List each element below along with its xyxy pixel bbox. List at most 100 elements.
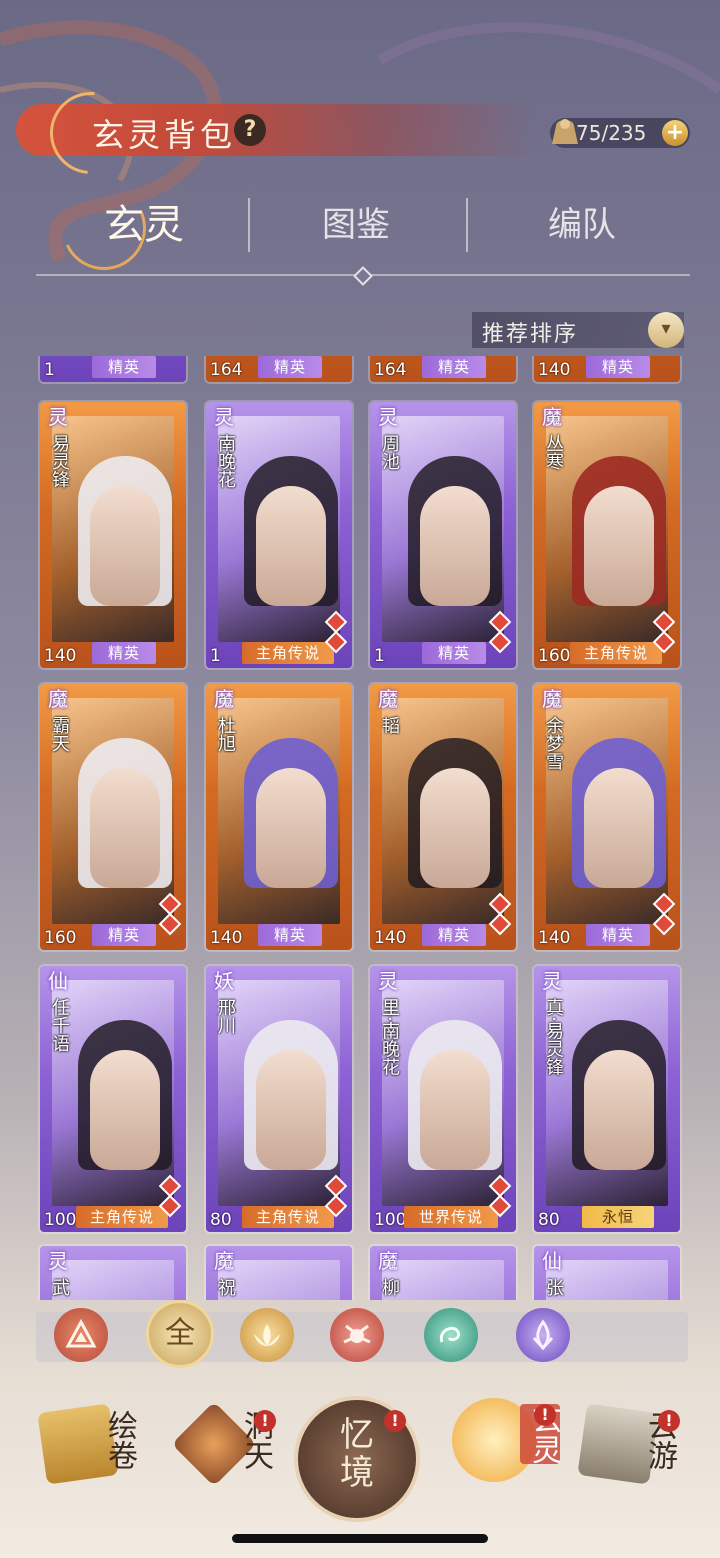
nav-cave[interactable]: 洞天 ! — [156, 1380, 296, 1510]
card-name: 霸天 — [49, 716, 70, 752]
spirit-card[interactable]: 妖 邢川 80 主角传说 — [206, 966, 352, 1232]
filter-lotus-icon[interactable] — [240, 1308, 294, 1362]
add-capacity-button[interactable]: + — [662, 120, 688, 146]
element-badge: 妖 — [214, 969, 234, 993]
spirit-card[interactable]: 灵 南晚花 1 主角传说 — [206, 402, 352, 668]
portrait — [382, 980, 504, 1206]
element-badge: 魔 — [542, 687, 562, 711]
chevron-down-icon[interactable]: ▾ — [648, 312, 684, 348]
portrait — [52, 980, 174, 1206]
portrait — [218, 980, 340, 1206]
notification-badge: ! — [534, 1404, 556, 1426]
spirit-card[interactable]: 灵 易灵锋 140 精英 — [40, 402, 186, 668]
card-level: 164 — [210, 360, 243, 380]
element-badge: 灵 — [214, 405, 234, 429]
card-level: 140 — [538, 928, 571, 948]
sort-dropdown[interactable]: 推荐排序 ▾ — [472, 312, 684, 348]
card-rank: 精英 — [92, 356, 156, 378]
card-name: 张 — [543, 1278, 564, 1296]
spirit-card[interactable]: 灵 真·易灵锋 80 永恒 — [534, 966, 680, 1232]
card-name: 祝 — [215, 1278, 236, 1296]
card-rank: 精英 — [92, 642, 156, 664]
element-badge: 魔 — [214, 687, 234, 711]
spirit-card[interactable]: 1 精英 — [40, 356, 186, 382]
element-badge: 灵 — [48, 1249, 68, 1273]
nav-label: 忆境 — [340, 1415, 374, 1493]
help-button[interactable]: ? — [234, 114, 266, 146]
spirit-card[interactable]: 仙 任千语 100 主角传说 — [40, 966, 186, 1232]
card-name: 丛寒 — [543, 434, 564, 470]
spirit-card[interactable]: 魔 杜旭 140 精英 — [206, 684, 352, 950]
spirit-card[interactable]: 魔 祝 — [206, 1246, 352, 1300]
card-name: 杜旭 — [215, 716, 236, 752]
card-rank: 精英 — [422, 924, 486, 946]
card-level: 140 — [374, 928, 407, 948]
card-level: 140 — [538, 360, 571, 380]
notification-badge: ! — [384, 1410, 406, 1432]
nav-travel[interactable]: 云游 ! — [560, 1380, 700, 1510]
spirit-card[interactable]: 140 精英 — [534, 356, 680, 382]
nav-spirit[interactable]: 玄灵 ! — [430, 1380, 570, 1510]
card-level: 164 — [374, 360, 407, 380]
element-badge: 灵 — [378, 405, 398, 429]
card-level: 140 — [210, 928, 243, 948]
portrait — [52, 698, 174, 924]
element-badge: 魔 — [378, 1249, 398, 1273]
element-badge: 魔 — [542, 405, 562, 429]
element-badge: 魔 — [378, 687, 398, 711]
page-title: 玄灵背包 — [92, 116, 237, 154]
card-name: 里·南晚花 — [379, 998, 400, 1076]
spirit-card[interactable]: 魔 余梦雪 140 精英 — [534, 684, 680, 950]
card-rank: 精英 — [586, 356, 650, 378]
card-name: 易灵锋 — [49, 434, 70, 488]
spirit-card[interactable]: 魔 柳 — [370, 1246, 516, 1300]
tab-team[interactable]: 编队 — [512, 192, 652, 258]
notification-badge: ! — [254, 1410, 276, 1432]
portrait — [546, 698, 668, 924]
bag-capacity: 75/235 + — [550, 118, 690, 148]
card-name: 周池 — [379, 434, 400, 470]
spirit-card[interactable]: 仙 张 — [534, 1246, 680, 1300]
spirit-card[interactable]: 魔 韬 140 精英 — [370, 684, 516, 950]
tab-bar: 玄灵 图鉴 编队 — [36, 192, 690, 258]
filter-demon-icon[interactable] — [330, 1308, 384, 1362]
card-level: 80 — [538, 1210, 560, 1230]
card-name: 武 — [49, 1278, 70, 1296]
portrait — [218, 698, 340, 924]
spirit-card[interactable]: 灵 周池 1 精英 — [370, 402, 516, 668]
element-badge: 仙 — [542, 1249, 562, 1273]
card-level: 140 — [44, 646, 77, 666]
notification-badge: ! — [658, 1410, 680, 1432]
filter-fire-icon[interactable] — [54, 1308, 108, 1362]
card-rank: 主角传说 — [242, 642, 334, 664]
card-name: 南晚花 — [215, 434, 236, 488]
spirit-card[interactable]: 164 精英 — [370, 356, 516, 382]
sort-label: 推荐排序 — [482, 322, 579, 347]
tab-divider — [248, 198, 250, 252]
portrait — [546, 416, 668, 642]
card-rank: 主角传说 — [242, 1206, 334, 1228]
spirit-card[interactable]: 魔 丛寒 160 主角传说 — [534, 402, 680, 668]
element-badge: 灵 — [378, 969, 398, 993]
element-badge: 魔 — [214, 1249, 234, 1273]
card-rank: 精英 — [422, 642, 486, 664]
portrait — [52, 416, 174, 642]
card-level: 1 — [374, 646, 385, 666]
filter-immortal-icon[interactable] — [516, 1308, 570, 1362]
card-rank: 精英 — [586, 924, 650, 946]
tab-spirits[interactable]: 玄灵 — [84, 192, 204, 258]
portrait — [218, 416, 340, 642]
card-name: 余梦雪 — [543, 716, 564, 770]
nav-label: 绘卷 — [102, 1410, 137, 1470]
spirit-card[interactable]: 灵 里·南晚花 100 世界传说 — [370, 966, 516, 1232]
filter-spirit-icon[interactable] — [424, 1308, 478, 1362]
spirit-card[interactable]: 164 精英 — [206, 356, 352, 382]
tab-codex[interactable]: 图鉴 — [286, 192, 426, 258]
nav-scroll[interactable]: 绘卷 — [20, 1380, 160, 1510]
home-indicator — [232, 1534, 488, 1543]
card-rank: 主角传说 — [76, 1206, 168, 1228]
filter-all-button[interactable]: 全 — [146, 1300, 214, 1368]
spirit-card[interactable]: 魔 霸天 160 精英 — [40, 684, 186, 950]
spirit-card[interactable]: 灵 武 — [40, 1246, 186, 1300]
card-rank: 精英 — [92, 924, 156, 946]
